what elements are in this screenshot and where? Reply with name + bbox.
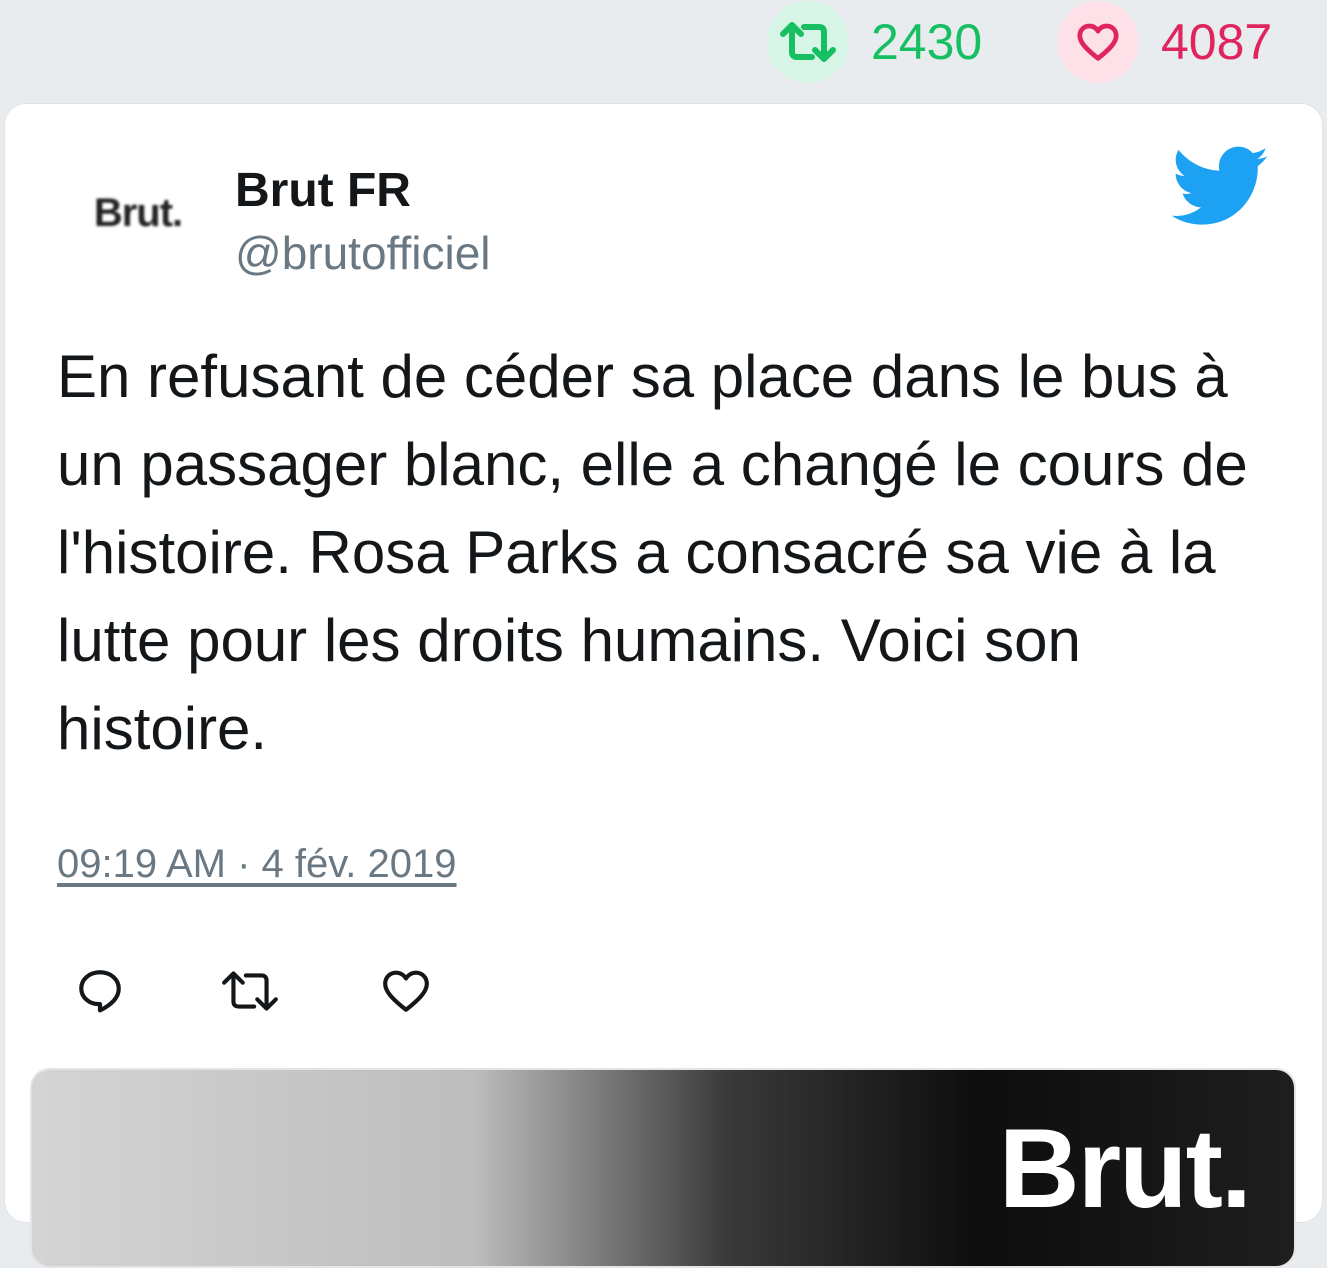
tweet-actions bbox=[0, 960, 1327, 1022]
retweet-count: 2430 bbox=[871, 14, 983, 70]
heart-icon bbox=[1057, 1, 1139, 83]
reply-icon[interactable] bbox=[69, 960, 131, 1022]
retweet-icon bbox=[767, 1, 849, 83]
avatar[interactable]: Brut. bbox=[74, 168, 202, 258]
like-count: 4087 bbox=[1161, 14, 1273, 70]
like-icon[interactable] bbox=[375, 960, 437, 1022]
author-name[interactable]: Brut FR bbox=[235, 163, 411, 218]
retweet-count-stat: 2430 bbox=[767, 0, 982, 84]
twitter-bird-icon[interactable] bbox=[1171, 146, 1270, 228]
author-handle[interactable]: @brutofficiel bbox=[235, 226, 491, 280]
tweet-media-image[interactable]: Brut. bbox=[30, 1068, 1296, 1268]
retweet-icon[interactable] bbox=[219, 960, 281, 1022]
media-logo-text: Brut. bbox=[998, 1106, 1252, 1231]
engagement-stats: 2430 4087 bbox=[0, 0, 1327, 100]
like-count-stat: 4087 bbox=[1057, 0, 1272, 84]
tweet-text: En refusant de céder sa place dans le bu… bbox=[57, 343, 1248, 762]
tweet-timestamp[interactable]: 09:19 AM · 4 fév. 2019 bbox=[57, 842, 457, 887]
avatar-logo-text: Brut. bbox=[93, 190, 183, 235]
